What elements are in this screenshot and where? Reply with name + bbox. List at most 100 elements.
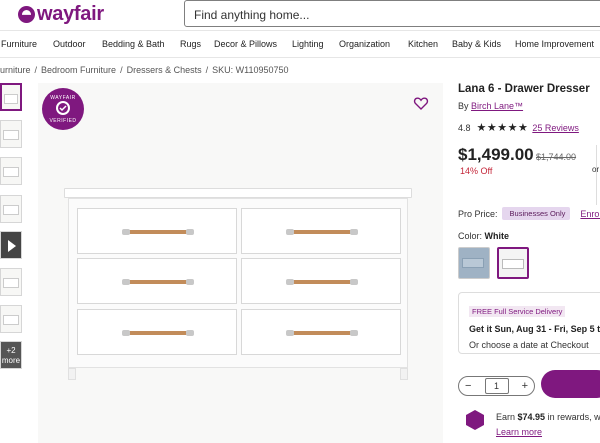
discount-label: 14% Off [460, 166, 493, 176]
brand-link[interactable]: Birch Lane™ [471, 101, 523, 111]
breadcrumb-separator: / [205, 65, 209, 75]
wayfair-verified-badge: WAYFAIR VERIFIED [42, 88, 84, 130]
delivery-date: Get it Sun, Aug 31 - Fri, Sep 5 to [469, 324, 600, 334]
color-label-text: Color: [458, 231, 483, 241]
drawer-pull [122, 279, 194, 285]
thumbnail-image [3, 205, 19, 215]
rewards-prefix: Earn [496, 412, 516, 422]
drawer [241, 258, 401, 304]
breadcrumb-separator: / [120, 65, 123, 75]
checkmark-icon [56, 101, 70, 115]
swatch-image [502, 259, 524, 269]
delivery-badge: FREE Full Service Delivery [469, 306, 566, 317]
breadcrumb-furniture[interactable]: urniture [0, 65, 31, 75]
thumbnail-3[interactable] [0, 157, 22, 185]
breadcrumb-bedroom-furniture[interactable]: Bedroom Furniture [41, 65, 116, 75]
rewards-suffix: in rewards, w [547, 412, 600, 422]
search-input[interactable]: Find anything home... [184, 0, 600, 27]
thumbnail-image [3, 167, 19, 177]
product-title: Lana 6 - Drawer Dresser [458, 83, 590, 95]
rating-row: 4.8 ★★★★★ 25 Reviews [458, 121, 579, 134]
quantity-input[interactable]: 1 [484, 378, 509, 394]
favorite-heart-icon[interactable] [413, 95, 429, 111]
nav-item-lighting[interactable]: Lighting [292, 39, 324, 49]
decrement-button[interactable]: − [465, 380, 471, 392]
financing-note: or [592, 165, 600, 174]
drawer-pull [122, 229, 194, 235]
logo-text: wayfair [37, 2, 104, 25]
dresser-body [68, 198, 408, 368]
nav-item-home-improvement[interactable]: Home Improvement [515, 39, 594, 49]
nav-item-baby-kids[interactable]: Baby & Kids [452, 39, 501, 49]
dresser-illustration [64, 188, 412, 380]
drawer [241, 208, 401, 254]
thumbnail-video[interactable] [0, 231, 22, 259]
category-nav: Furniture Outdoor Bedding & Bath Rugs De… [0, 30, 600, 58]
price: $1,499.00 [458, 145, 534, 164]
color-value: White [484, 231, 510, 241]
drawer [77, 208, 237, 254]
breadcrumb-sku: SKU: W110950750 [212, 65, 289, 75]
drawer-pull [286, 330, 358, 336]
thumbnail-7[interactable] [0, 305, 22, 333]
dresser-top [64, 188, 412, 198]
learn-more-link[interactable]: Learn more [496, 427, 542, 437]
thumbnail-6[interactable] [0, 268, 22, 296]
thumbnail-image [3, 278, 19, 288]
quantity-stepper: − 1 + [458, 376, 535, 396]
nav-item-furniture[interactable]: Furniture [1, 39, 37, 49]
delivery-box: FREE Full Service Delivery Get it Sun, A… [458, 292, 600, 354]
increment-button[interactable]: + [522, 380, 528, 392]
brand-line: By Birch Lane™ [458, 101, 523, 111]
nav-item-rugs[interactable]: Rugs [180, 39, 201, 49]
color-label: Color: White [458, 231, 509, 241]
drawer [77, 258, 237, 304]
nav-item-organization[interactable]: Organization [339, 39, 390, 49]
nav-item-bedding-bath[interactable]: Bedding & Bath [102, 39, 165, 49]
nav-item-kitchen[interactable]: Kitchen [408, 39, 438, 49]
thumbnail-image [3, 315, 19, 325]
nav-item-decor-pillows[interactable]: Decor & Pillows [214, 39, 277, 49]
star-icons: ★★★★★ [476, 122, 529, 134]
drawer [77, 309, 237, 355]
rating-value: 4.8 [458, 122, 471, 133]
pro-price-label: Pro Price: [458, 208, 498, 219]
thumbnail-2[interactable] [0, 120, 22, 148]
drawer-pull [286, 279, 358, 285]
dresser-leg [400, 368, 408, 380]
wayfair-logo[interactable]: wayfair [18, 3, 104, 25]
thumbnail-4[interactable] [0, 195, 22, 223]
add-to-cart-button[interactable] [541, 370, 600, 398]
reviews-link[interactable]: 25 Reviews [532, 123, 579, 133]
search-placeholder: Find anything home... [194, 8, 310, 22]
thumbnail-image [3, 130, 19, 140]
enroll-link[interactable]: Enroll [580, 209, 600, 219]
drawer-pull [286, 229, 358, 235]
rewards-amount: $74.95 [517, 412, 546, 422]
checkout-date-note: Or choose a date at Checkout [469, 340, 589, 350]
badge-bottom-text: VERIFIED [49, 118, 77, 124]
color-swatch-white[interactable] [497, 247, 529, 279]
swatch-image [462, 258, 484, 268]
businesses-only-tag: Businesses Only [501, 207, 571, 220]
drawer-pull [122, 330, 194, 336]
rewards-icon [466, 410, 484, 430]
logo-icon [18, 5, 35, 23]
breadcrumb: urniture / Bedroom Furniture / Dressers & Ch… [0, 65, 289, 75]
nav-item-outdoor[interactable]: Outdoor [53, 39, 86, 49]
pro-price-row: Pro Price: Businesses Only Enroll [458, 207, 600, 220]
thumbnail-1[interactable] [0, 83, 22, 111]
breadcrumb-dressers-chests[interactable]: Dressers & Chests [127, 65, 202, 75]
by-label: By [458, 101, 469, 111]
more-label: +2 more [1, 346, 21, 365]
play-icon [8, 240, 16, 252]
rewards-text: Earn $74.95 in rewards, w [496, 412, 600, 422]
drawer [241, 309, 401, 355]
thumbnail-image [4, 94, 18, 104]
divider [596, 145, 597, 205]
was-price: $1,744.00 [536, 152, 577, 162]
thumbnail-more[interactable]: +2 more [0, 341, 22, 369]
color-swatch-blue[interactable] [458, 247, 490, 279]
breadcrumb-separator: / [34, 65, 38, 75]
dresser-leg [68, 368, 76, 380]
